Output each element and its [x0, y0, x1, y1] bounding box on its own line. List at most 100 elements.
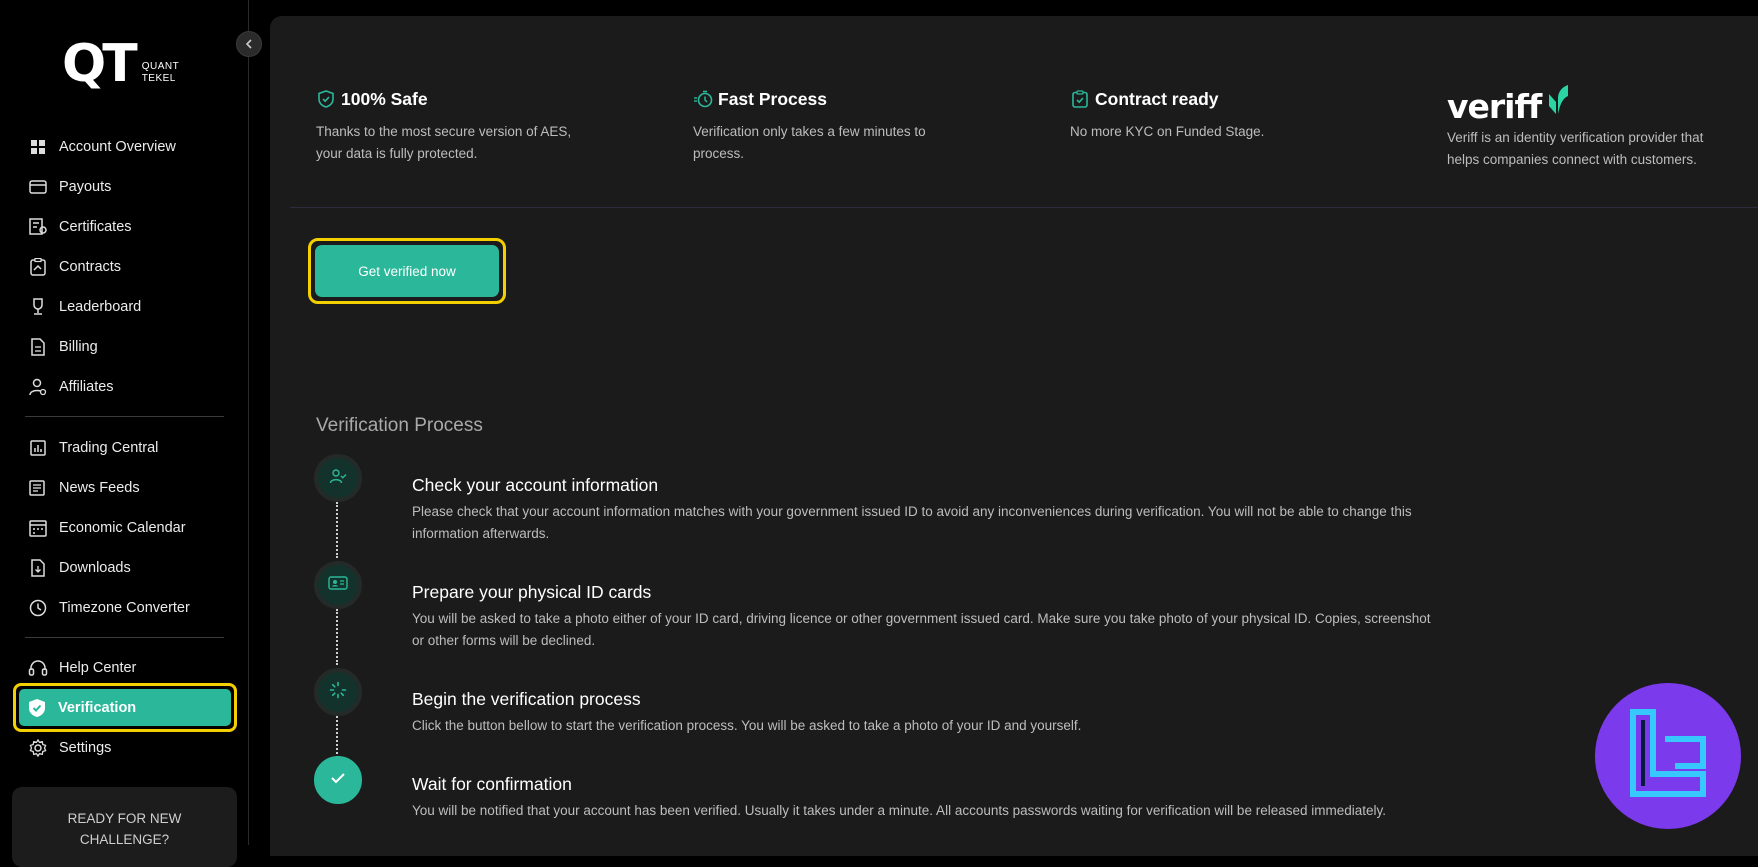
feature-description: Verification only takes a few minutes to…: [693, 121, 926, 165]
get-verified-highlight: Get verified now: [308, 238, 506, 304]
veriff-description: Veriff is an identity verification provi…: [1447, 127, 1747, 171]
sidebar-item-verification[interactable]: Verification: [13, 683, 237, 732]
watermark-logo: [1595, 683, 1741, 829]
sidebar-item-label: Trading Central: [59, 440, 159, 456]
certificate-icon: [28, 217, 48, 237]
sidebar-item-label: Billing: [59, 339, 98, 355]
feature-desc-line1: Verification only takes a few minutes to: [693, 124, 926, 139]
step-desc-line1: You will be asked to take a photo either…: [412, 611, 1431, 626]
step-1-indicator: [314, 454, 362, 502]
sidebar-item-downloads[interactable]: Downloads: [28, 553, 131, 583]
sidebar: QT QUANT TEKEL Account Overview Payouts …: [0, 0, 249, 867]
sidebar-item-label: Downloads: [59, 560, 131, 576]
sidebar-item-label: Certificates: [59, 219, 132, 235]
feature-desc-line2: process.: [693, 146, 745, 161]
sidebar-item-label: Affiliates: [59, 379, 114, 395]
contract-icon: [28, 257, 48, 277]
loader-icon: [329, 681, 347, 704]
step-title: Prepare your physical ID cards: [412, 582, 652, 602]
billing-icon: [28, 337, 48, 357]
brand-watermark-icon: [1623, 704, 1713, 809]
sidebar-collapse-button[interactable]: [236, 31, 262, 57]
calendar-icon: [28, 518, 48, 538]
sidebar-divider: [25, 416, 224, 417]
step-3: Begin the verification process Click the…: [412, 688, 1532, 737]
feature-title: Contract ready: [1070, 88, 1264, 110]
feature-safe: 100% Safe Thanks to the most secure vers…: [316, 88, 571, 165]
sidebar-item-payouts[interactable]: Payouts: [28, 172, 111, 202]
main-panel: 100% Safe Thanks to the most secure vers…: [270, 16, 1758, 856]
news-icon: [28, 478, 48, 498]
sidebar-item-label: Help Center: [59, 660, 137, 676]
sidebar-item-label: Contracts: [59, 259, 122, 275]
sidebar-item-contracts[interactable]: Contracts: [28, 252, 121, 282]
chart-icon: [28, 438, 48, 458]
step-desc-line1: You will be notified that your account h…: [412, 803, 1387, 818]
clipboard-check-icon: [1070, 89, 1090, 109]
brand-sub-line2: TEKEL: [141, 73, 176, 84]
step-desc-line2: information afterwards.: [412, 526, 550, 541]
sidebar-item-economic-calendar[interactable]: Economic Calendar: [28, 513, 186, 543]
feature-title-text: Fast Process: [718, 88, 827, 109]
feature-description: No more KYC on Funded Stage.: [1070, 121, 1264, 143]
brand-sub-line1: QUANT: [141, 61, 180, 72]
get-verified-button[interactable]: Get verified now: [315, 245, 499, 297]
step-desc-line1: Click the button bellow to start the ver…: [412, 718, 1082, 733]
feature-contract-ready: Contract ready No more KYC on Funded Sta…: [1070, 88, 1264, 143]
check-icon: [330, 771, 346, 790]
sidebar-item-trading-central[interactable]: Trading Central: [28, 433, 158, 463]
veriff-leaf-icon: [1547, 84, 1569, 121]
grid-icon: [28, 137, 48, 157]
sidebar-divider: [25, 637, 224, 638]
sidebar-item-verification-inner[interactable]: Verification: [19, 689, 231, 726]
feature-title: 100% Safe: [316, 88, 571, 110]
sidebar-item-label: Timezone Converter: [59, 600, 190, 616]
step-desc-line1: Please check that your account informati…: [412, 504, 1412, 519]
brand-logo[interactable]: QT QUANT TEKEL: [62, 38, 179, 90]
step-title: Begin the verification process: [412, 689, 641, 709]
sidebar-item-certificates[interactable]: Certificates: [28, 212, 132, 242]
headset-icon: [28, 658, 48, 678]
feature-description: Thanks to the most secure version of AES…: [316, 121, 571, 165]
card-icon: [28, 177, 48, 197]
veriff-logo: veriff: [1447, 84, 1569, 125]
id-card-icon: [328, 575, 348, 596]
sidebar-item-leaderboard[interactable]: Leaderboard: [28, 292, 141, 322]
step-4-indicator: [314, 756, 362, 804]
new-challenge-card[interactable]: READY FOR NEW CHALLENGE?: [12, 787, 237, 867]
sidebar-item-label: Settings: [59, 740, 112, 756]
trophy-icon: [28, 297, 48, 317]
user-check-icon: [329, 468, 347, 489]
download-icon: [28, 558, 48, 578]
feature-title: Fast Process: [693, 88, 926, 110]
feature-desc-line1: No more KYC on Funded Stage.: [1070, 124, 1265, 139]
feature-title-text: 100% Safe: [341, 88, 428, 109]
sidebar-item-settings[interactable]: Settings: [28, 733, 111, 763]
sidebar-item-label: News Feeds: [59, 480, 140, 496]
affiliates-icon: [28, 377, 48, 397]
brand-mark: QT: [62, 34, 138, 94]
stopwatch-icon: [693, 89, 713, 109]
sidebar-item-label: Leaderboard: [59, 299, 142, 315]
step-title: Wait for confirmation: [412, 774, 572, 794]
step-connector: [336, 502, 338, 558]
feature-desc-line2: your data is fully protected.: [316, 146, 478, 161]
step-description: Click the button bellow to start the ver…: [412, 715, 1532, 737]
shield-check-icon: [27, 698, 47, 718]
sidebar-item-affiliates[interactable]: Affiliates: [28, 372, 114, 402]
sidebar-item-label: Payouts: [59, 179, 112, 195]
veriff-desc-line2: helps companies connect with customers.: [1447, 152, 1697, 167]
sidebar-item-help-center[interactable]: Help Center: [28, 653, 136, 683]
brand-subtitle: QUANT TEKEL: [142, 61, 180, 85]
sidebar-item-billing[interactable]: Billing: [28, 332, 98, 362]
sidebar-item-timezone-converter[interactable]: Timezone Converter: [28, 593, 190, 623]
sidebar-item-news-feeds[interactable]: News Feeds: [28, 473, 140, 503]
step-2: Prepare your physical ID cards You will …: [412, 581, 1532, 652]
chevron-left-icon: [245, 36, 253, 52]
sidebar-item-account-overview[interactable]: Account Overview: [28, 132, 176, 162]
sidebar-item-label: Economic Calendar: [59, 520, 186, 536]
sidebar-item-label: Verification: [58, 699, 137, 716]
step-title: Check your account information: [412, 475, 659, 495]
veriff-wordmark: veriff: [1447, 87, 1542, 126]
feature-desc-line1: Thanks to the most secure version of AES…: [316, 124, 572, 139]
